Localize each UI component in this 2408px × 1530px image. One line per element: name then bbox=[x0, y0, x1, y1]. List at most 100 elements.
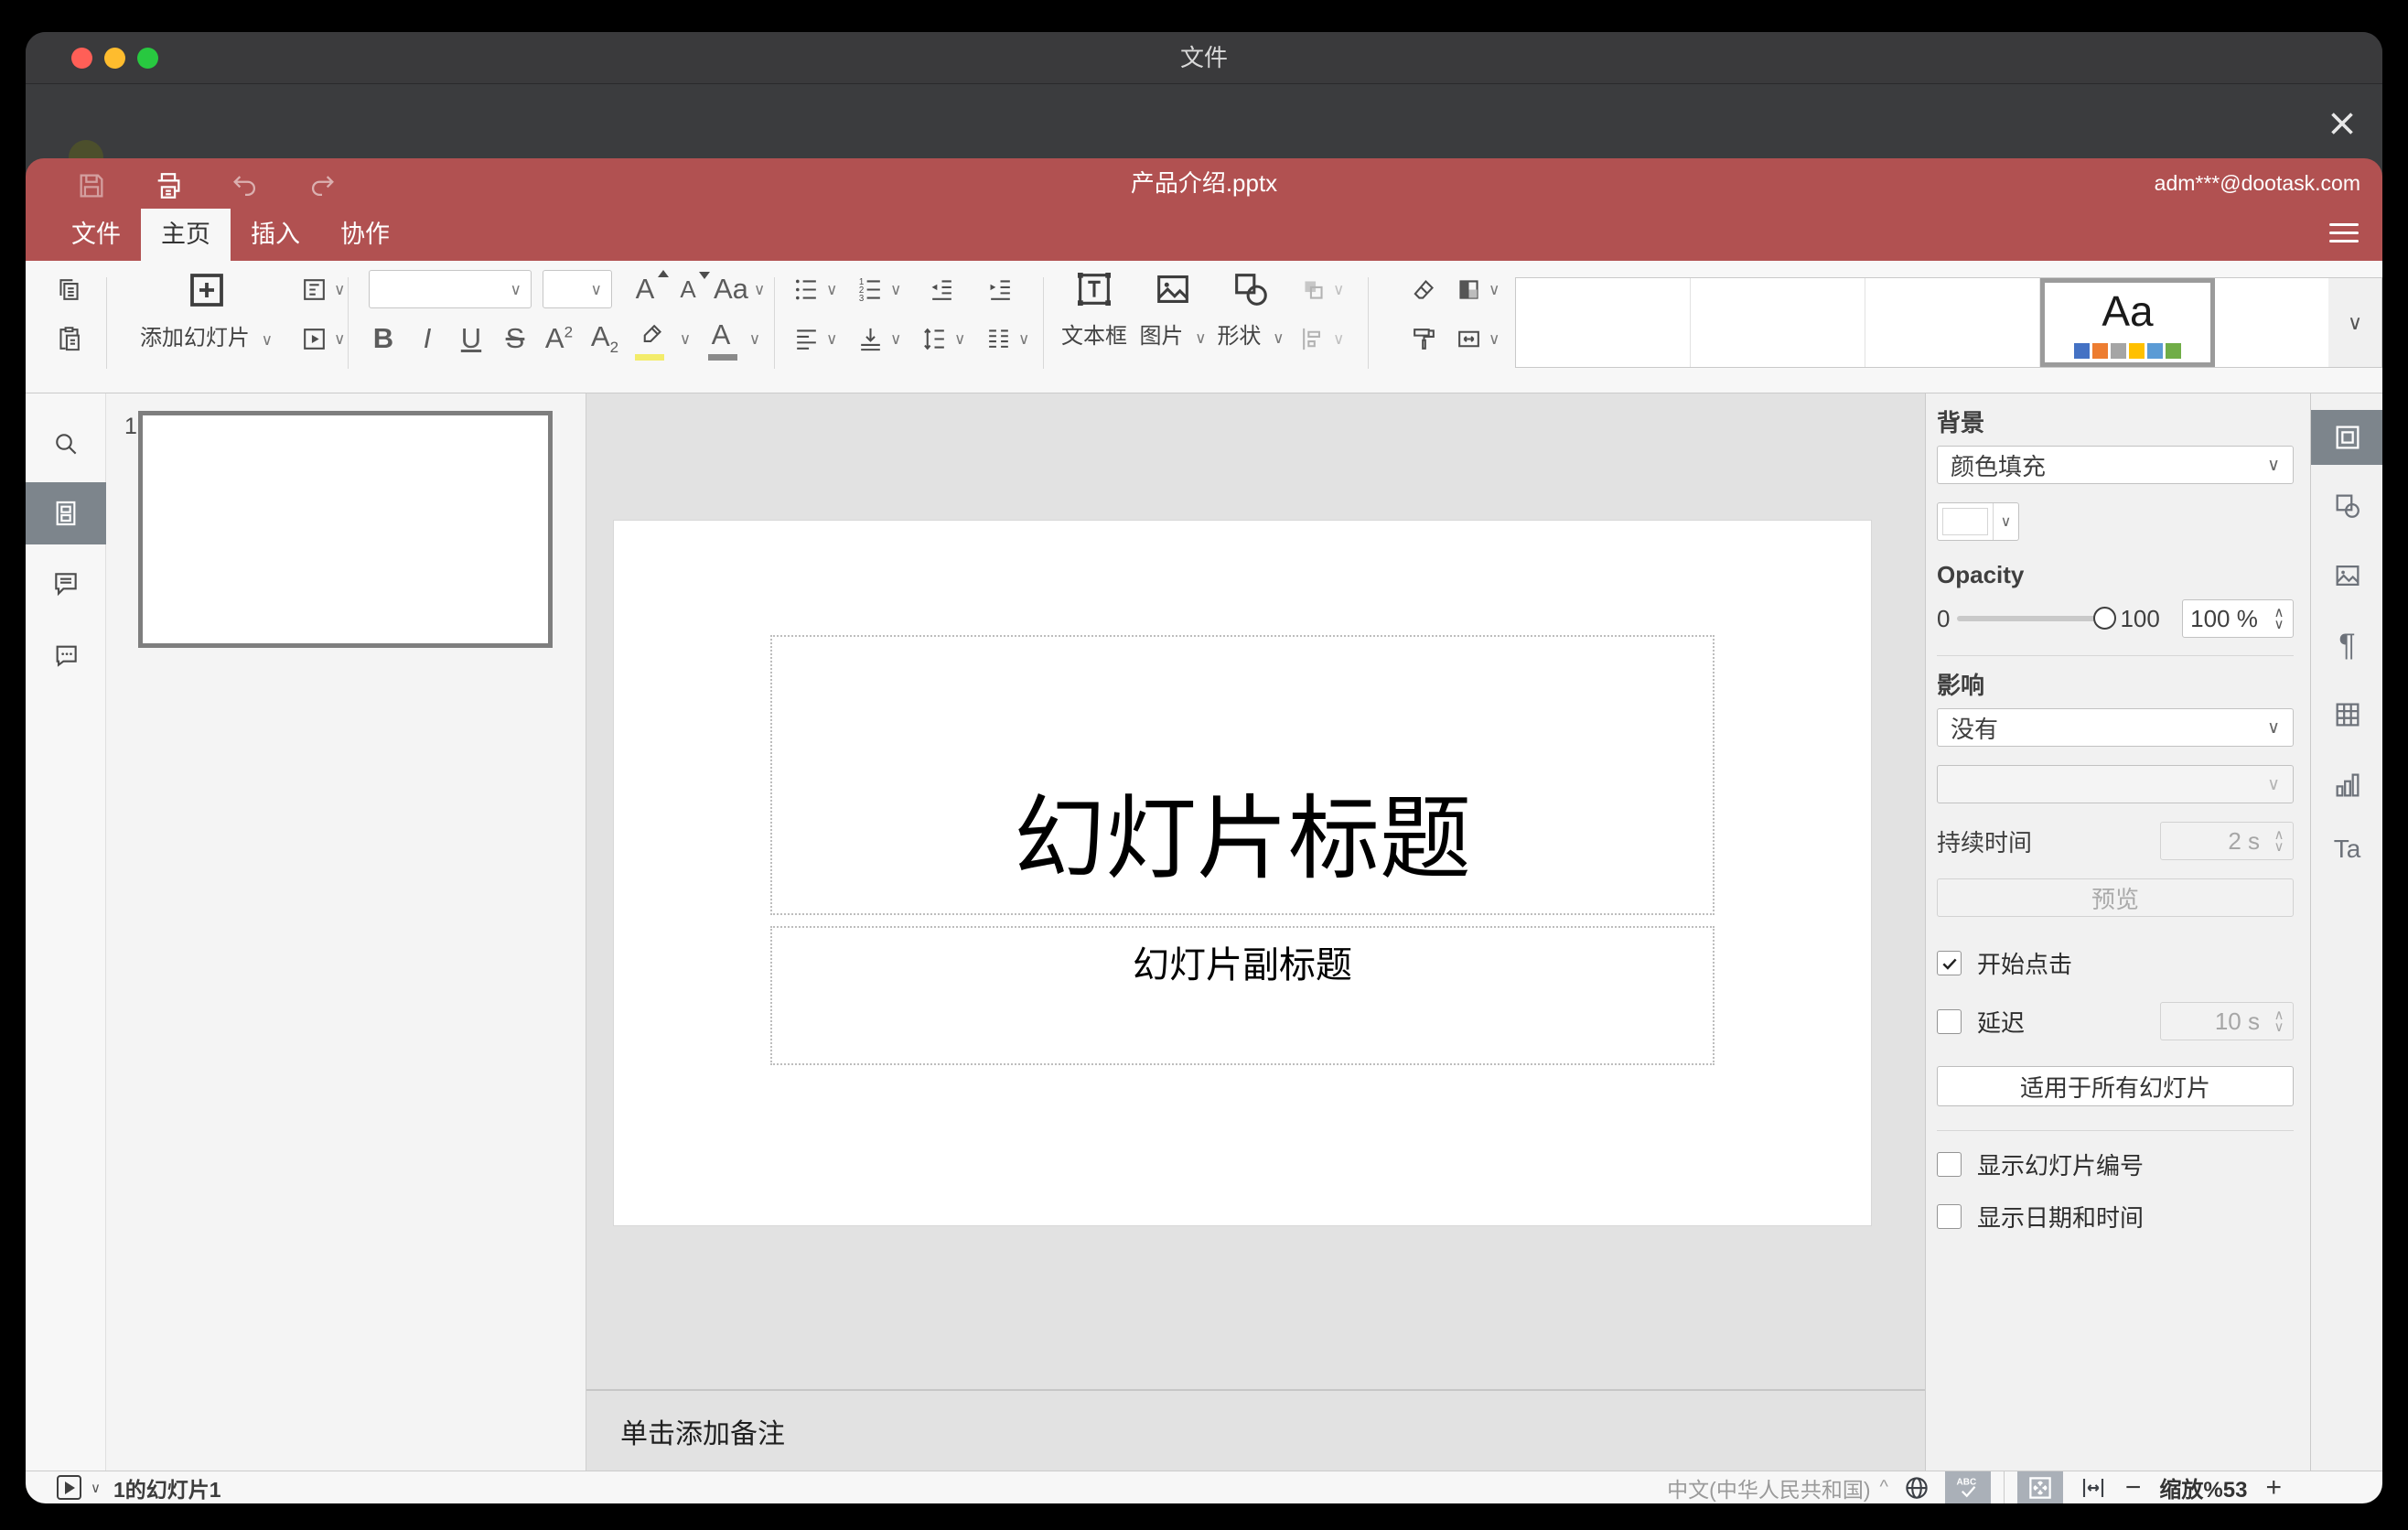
background-fill-select[interactable]: 颜色填充 ∨ bbox=[1937, 446, 2294, 484]
tab-file[interactable]: 文件 bbox=[51, 209, 141, 261]
slide-layout-button[interactable]: ∨ bbox=[300, 268, 345, 310]
show-slide-number-label[interactable]: 显示幻灯片编号 bbox=[1977, 1148, 2144, 1181]
effect-type-select[interactable]: ∨ bbox=[1937, 765, 2294, 803]
superscript-button[interactable]: A2 bbox=[538, 318, 580, 360]
fit-to-width-icon[interactable] bbox=[2080, 1474, 2107, 1502]
chart-settings-tab[interactable] bbox=[2311, 758, 2382, 813]
sidebar-comments-button[interactable] bbox=[26, 553, 106, 615]
start-on-click-checkbox[interactable] bbox=[1937, 951, 1962, 975]
paragraph-settings-tab[interactable]: ¶ bbox=[2311, 618, 2382, 673]
fit-to-slide-toggle[interactable] bbox=[2016, 1471, 2063, 1503]
clear-style-button[interactable] bbox=[1403, 268, 1445, 310]
language-selector[interactable]: 中文(中华人民共和国) bbox=[1667, 1472, 1870, 1503]
image-settings-tab[interactable] bbox=[2311, 548, 2382, 603]
sidebar-slides-button[interactable] bbox=[26, 482, 106, 544]
bold-button[interactable]: B bbox=[362, 318, 404, 360]
tab-home[interactable]: 主页 bbox=[141, 209, 231, 261]
slide-size-icon bbox=[1458, 330, 1479, 347]
copy-button[interactable] bbox=[46, 268, 91, 310]
start-slideshow-button[interactable]: ∨ bbox=[300, 318, 345, 360]
align-shapes-button[interactable]: ∨ bbox=[1299, 318, 1344, 360]
delay-label[interactable]: 延迟 bbox=[1977, 1005, 2025, 1039]
slide-thumbnail-1[interactable] bbox=[138, 411, 553, 648]
numbering-button[interactable]: 123 ∨ bbox=[856, 268, 902, 310]
increase-font-button[interactable]: A bbox=[625, 268, 669, 310]
table-settings-tab[interactable] bbox=[2311, 687, 2382, 742]
decrease-font-button[interactable]: A bbox=[670, 268, 710, 310]
title-placeholder[interactable]: 幻灯片标题 bbox=[770, 635, 1715, 915]
set-language-globe-icon[interactable] bbox=[1903, 1474, 1930, 1502]
effect-select[interactable]: 没有 ∨ bbox=[1937, 708, 2294, 747]
delay-checkbox[interactable] bbox=[1937, 1008, 1962, 1034]
tab-insert[interactable]: 插入 bbox=[231, 209, 320, 261]
highlight-chevron[interactable]: ∨ bbox=[672, 318, 693, 360]
fill-color-picker[interactable]: ∨ bbox=[1937, 502, 2019, 541]
font-size-combo[interactable]: ∨ bbox=[543, 270, 612, 308]
opacity-slider-knob[interactable] bbox=[2093, 607, 2117, 630]
tab-collaboration[interactable]: 协作 bbox=[320, 209, 410, 261]
font-color-button[interactable]: A bbox=[701, 318, 741, 361]
delay-spinner[interactable]: 10 s ∧ ∨ bbox=[2160, 1002, 2294, 1040]
vertical-align-button[interactable]: ∨ bbox=[856, 318, 901, 360]
horizontal-align-button[interactable]: ∨ bbox=[792, 318, 837, 360]
preview-button[interactable]: 预览 bbox=[1937, 878, 2294, 917]
subscript-button[interactable]: A2 bbox=[584, 318, 626, 360]
bullets-button[interactable]: ∨ bbox=[792, 268, 837, 310]
close-icon[interactable] bbox=[2326, 107, 2359, 140]
zoom-level-label[interactable]: 缩放%53 bbox=[2159, 1471, 2247, 1503]
underline-button[interactable]: U bbox=[450, 318, 492, 360]
maximize-traffic-icon[interactable] bbox=[137, 48, 158, 69]
start-slideshow-status-button[interactable] bbox=[57, 1475, 81, 1500]
theme-option-5[interactable] bbox=[2215, 278, 2328, 367]
image-button[interactable]: 图片 ∨ bbox=[1136, 266, 1209, 350]
textbox-button[interactable]: 文本框 bbox=[1056, 266, 1133, 350]
chevron-down-icon[interactable]: ∨ bbox=[91, 1480, 101, 1496]
add-slide-button[interactable]: 添加幻灯片 ∨ bbox=[117, 266, 296, 351]
line-spacing-button[interactable]: ∨ bbox=[920, 318, 965, 360]
editor-window: 文件 产品介绍.pptx adm***@dootask.com 文件 主页 插入… bbox=[26, 32, 2382, 1503]
opacity-spinner[interactable]: 100 % ∧ ∨ bbox=[2182, 599, 2294, 638]
slide-size-button[interactable]: ∨ bbox=[1455, 318, 1500, 360]
copy-style-button[interactable] bbox=[1403, 318, 1445, 360]
theme-option-1[interactable] bbox=[1516, 278, 1691, 367]
zoom-in-button[interactable]: + bbox=[2265, 1472, 2282, 1503]
change-case-button[interactable]: Aa ∨ bbox=[714, 268, 765, 310]
theme-option-3[interactable] bbox=[1865, 278, 2040, 367]
show-date-time-checkbox[interactable] bbox=[1937, 1204, 1962, 1229]
shape-fill-button[interactable]: ∨ bbox=[1455, 268, 1500, 310]
increase-indent-button[interactable] bbox=[979, 268, 1021, 310]
shape-button[interactable]: 形状 ∨ bbox=[1213, 266, 1288, 350]
theme-option-2[interactable] bbox=[1691, 278, 1865, 367]
close-traffic-icon[interactable] bbox=[71, 48, 92, 69]
sidebar-chat-button[interactable] bbox=[26, 624, 106, 686]
minimize-traffic-icon[interactable] bbox=[104, 48, 125, 69]
theme-gallery-expand-button[interactable]: ∨ bbox=[2328, 277, 2382, 368]
show-date-time-label[interactable]: 显示日期和时间 bbox=[1977, 1200, 2144, 1234]
shape-settings-tab[interactable] bbox=[2311, 479, 2382, 533]
subtitle-placeholder[interactable]: 幻灯片副标题 bbox=[770, 926, 1715, 1065]
zoom-out-button[interactable]: − bbox=[2125, 1472, 2142, 1503]
duration-spinner[interactable]: 2 s ∧ ∨ bbox=[2160, 822, 2294, 860]
theme-option-selected[interactable]: Aa bbox=[2040, 278, 2215, 367]
slide-page[interactable]: 幻灯片标题 幻灯片副标题 bbox=[613, 520, 1872, 1226]
notes-area[interactable]: 单击添加备注 bbox=[586, 1391, 1925, 1471]
menu-icon[interactable] bbox=[2329, 218, 2359, 248]
highlight-color-button[interactable] bbox=[631, 318, 672, 361]
strikeout-button[interactable]: S bbox=[494, 318, 536, 360]
paste-button[interactable] bbox=[46, 318, 91, 360]
opacity-slider[interactable] bbox=[1957, 607, 2117, 630]
textart-settings-tab[interactable]: Ta bbox=[2311, 822, 2382, 877]
arrange-button[interactable]: ∨ bbox=[1299, 268, 1344, 310]
slide-canvas-area[interactable]: 幻灯片标题 幻灯片副标题 bbox=[586, 393, 1925, 1389]
spellcheck-toggle[interactable]: ABC bbox=[1944, 1471, 1991, 1503]
sidebar-search-button[interactable] bbox=[26, 413, 106, 475]
start-on-click-label[interactable]: 开始点击 bbox=[1977, 946, 2072, 980]
font-color-chevron[interactable]: ∨ bbox=[741, 318, 763, 360]
italic-button[interactable]: I bbox=[406, 318, 448, 360]
show-slide-number-checkbox[interactable] bbox=[1937, 1152, 1962, 1177]
apply-to-all-slides-button[interactable]: 适用于所有幻灯片 bbox=[1937, 1066, 2294, 1106]
slide-settings-tab[interactable] bbox=[2311, 410, 2382, 465]
font-name-combo[interactable]: ∨ bbox=[369, 270, 532, 308]
decrease-indent-button[interactable] bbox=[920, 268, 962, 310]
columns-button[interactable]: ∨ bbox=[984, 318, 1029, 360]
